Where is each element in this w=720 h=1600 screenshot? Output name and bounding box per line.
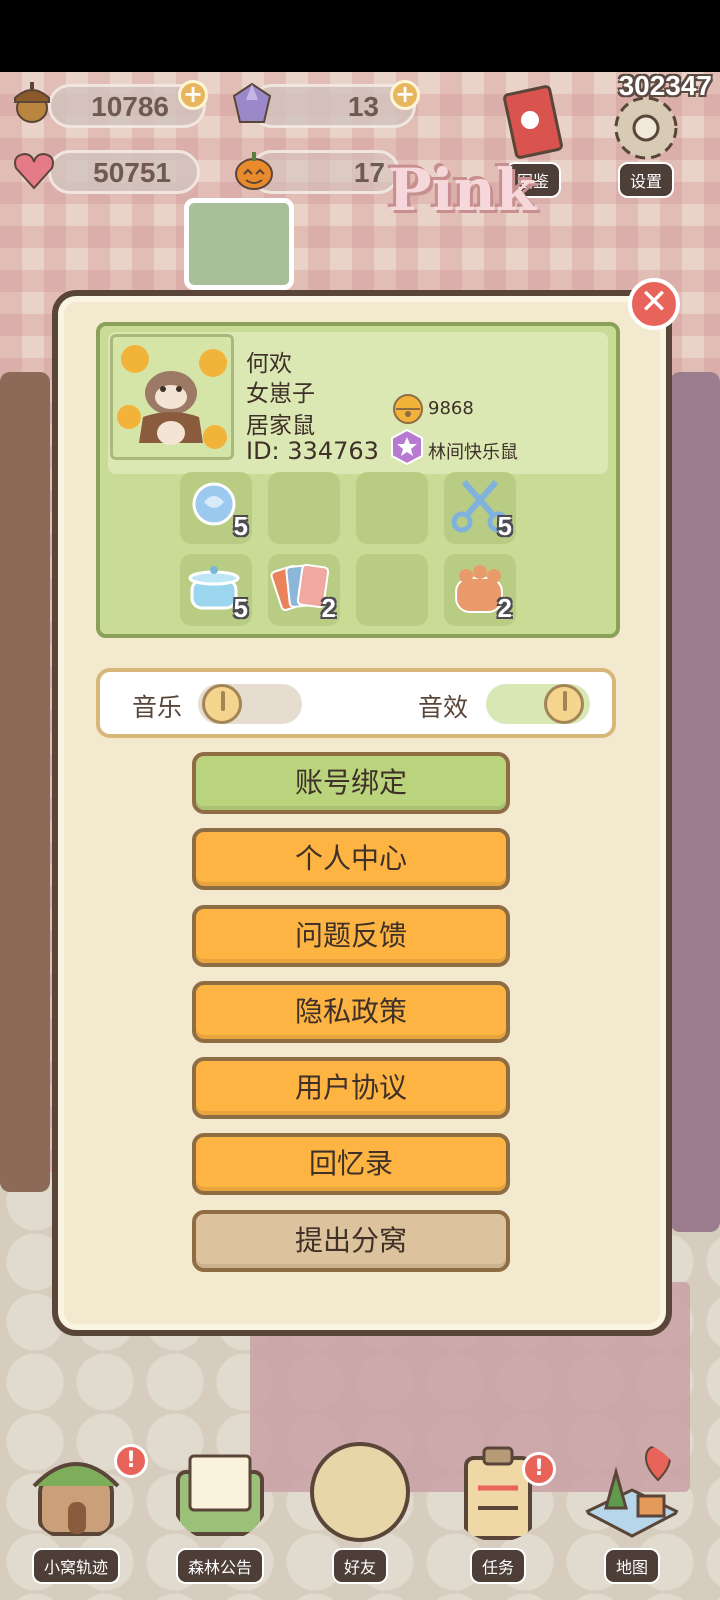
slot-count: 2 (321, 593, 336, 623)
gem-icon (232, 82, 272, 123)
bell-count: 9868 (428, 398, 474, 419)
sfx-toggle[interactable] (486, 684, 590, 724)
tasks-alert-badge: ! (522, 1452, 556, 1486)
account-bind-button[interactable]: 账号绑定 (192, 752, 510, 814)
inventory-slot-2[interactable] (268, 472, 340, 544)
add-acorns-button[interactable]: + (178, 80, 208, 110)
slot-count: 5 (233, 593, 248, 623)
inventory-slot-3[interactable] (356, 472, 428, 544)
avatar[interactable] (110, 334, 234, 460)
slot-count: 5 (497, 511, 512, 541)
privacy-policy-button[interactable]: 隐私政策 (192, 981, 510, 1043)
nav-map[interactable]: 地图 (572, 1442, 692, 1592)
status-bar (0, 0, 720, 72)
house-icon (32, 1462, 120, 1536)
sfx-toggle-knob (544, 684, 584, 724)
wall-painting (184, 198, 294, 290)
player-role: 居家鼠 (246, 413, 315, 439)
nav-tasks[interactable]: ! 任务 (438, 1442, 558, 1592)
heart-counter: 50751 (48, 150, 200, 194)
inventory-slot-7[interactable] (356, 554, 428, 626)
nav-forest-notice-label: 森林公告 (175, 1548, 265, 1584)
inventory-slot-5[interactable]: 5 (180, 554, 252, 626)
music-toggle-knob (202, 684, 242, 724)
add-gems-button[interactable]: + (390, 80, 420, 110)
settings-label: 设置 (617, 162, 675, 198)
map-icon (582, 1444, 682, 1538)
nav-map-label: 地图 (603, 1548, 661, 1584)
player-id: ID: 334763 (246, 437, 379, 465)
nav-forest-notice[interactable]: 森林公告 (160, 1442, 280, 1592)
inventory-slot-1[interactable]: 5 (180, 472, 252, 544)
slot-count: 2 (497, 593, 512, 623)
heart-count: 50751 (93, 157, 171, 188)
inventory-slot-6[interactable]: 2 (268, 554, 340, 626)
right-furniture (670, 372, 720, 1232)
player-title: 女崽子 (246, 381, 315, 407)
sfx-label: 音效 (418, 693, 469, 722)
badge-title: 林间快乐鼠 (428, 442, 518, 463)
gem-count: 13 (347, 91, 379, 122)
memoir-button[interactable]: 回忆录 (192, 1133, 510, 1195)
room-sign: Pink (388, 156, 537, 224)
gear-icon (614, 96, 678, 160)
acorn-count: 10786 (91, 91, 169, 122)
nav-nest-trail[interactable]: ! 小窝轨迹 (16, 1442, 148, 1592)
nest-alert-badge: ! (114, 1444, 148, 1478)
personal-center-button[interactable]: 个人中心 (192, 828, 510, 890)
star-badge-icon (391, 428, 423, 466)
friends-icon (310, 1442, 410, 1542)
heart-icon (14, 152, 54, 190)
envelope-icon (176, 1454, 264, 1536)
music-toggle[interactable] (198, 684, 302, 724)
pumpkin-count: 17 (353, 157, 385, 188)
left-shelf (0, 372, 50, 1192)
otter-avatar-icon (117, 345, 227, 449)
leave-nest-button[interactable]: 提出分窝 (192, 1210, 510, 1272)
nav-friends[interactable]: 好友 (300, 1442, 420, 1592)
close-button[interactable]: ✕ (628, 278, 680, 330)
inventory-slot-4[interactable]: 5 (444, 472, 516, 544)
user-agreement-button[interactable]: 用户协议 (192, 1057, 510, 1119)
nav-friends-label: 好友 (331, 1548, 389, 1584)
settings-button[interactable]: 设置 (606, 92, 686, 198)
nav-nest-trail-label: 小窝轨迹 (31, 1548, 121, 1584)
slot-count: 5 (233, 511, 248, 541)
collection-book-icon (503, 85, 563, 159)
inventory-slot-8[interactable]: 2 (444, 554, 516, 626)
nav-tasks-label: 任务 (469, 1548, 527, 1584)
feedback-button[interactable]: 问题反馈 (192, 905, 510, 967)
pumpkin-icon (235, 152, 273, 190)
sound-settings: 音乐 音效 (96, 668, 616, 738)
music-label: 音乐 (132, 693, 183, 722)
bell-icon (393, 394, 423, 424)
acorn-icon (14, 82, 50, 123)
player-name: 何欢 (246, 351, 292, 377)
